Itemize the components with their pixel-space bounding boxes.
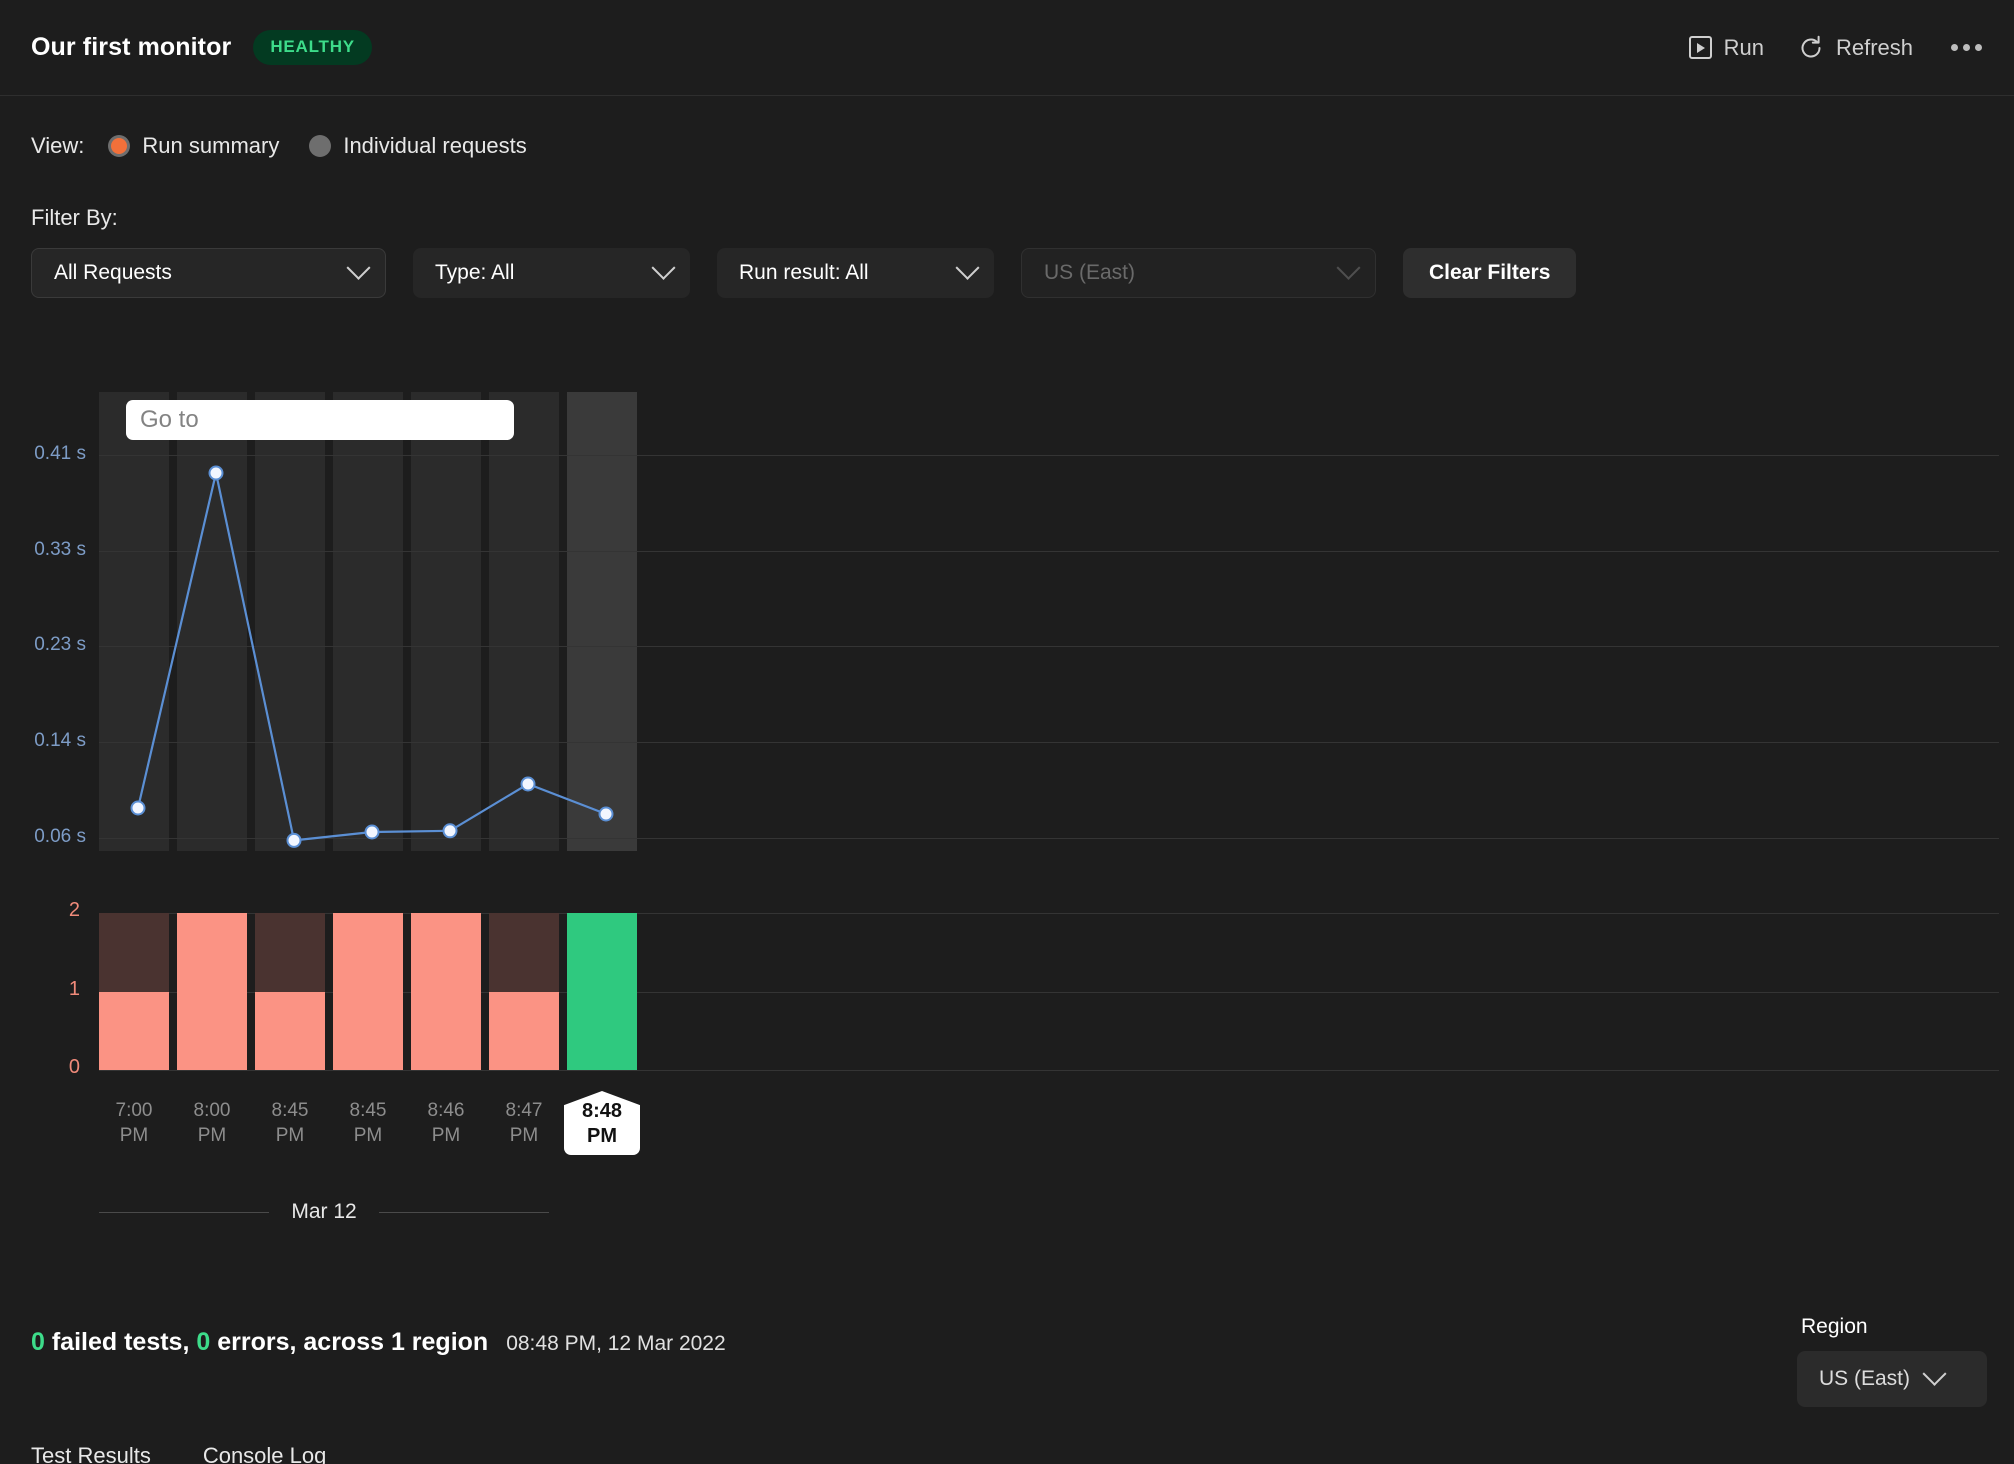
result-tabs: Test Results Console Log — [31, 1443, 326, 1464]
bar-segment-upper — [99, 913, 169, 992]
bar-segment-upper — [255, 913, 325, 992]
x-axis-tick-label: 8:47 PM — [505, 1100, 543, 1146]
bar-segment-lower — [255, 991, 325, 1070]
x-axis-tick-label: 8:45 PM — [271, 1100, 309, 1146]
tab-test-results[interactable]: Test Results — [31, 1443, 151, 1464]
region-dropdown[interactable]: US (East) — [1797, 1351, 1987, 1407]
failed-tests-label: failed tests, — [51, 1328, 190, 1356]
date-axis: Mar 12 — [99, 1200, 550, 1224]
bar-segment-upper — [489, 913, 559, 992]
goto-input[interactable] — [126, 400, 514, 440]
response-time-line — [130, 465, 614, 848]
date-axis-label: Mar 12 — [291, 1200, 357, 1223]
region-label: Region — [1801, 1315, 1868, 1338]
date-axis-line-left — [99, 1211, 270, 1213]
failed-tests-count: 0 — [31, 1328, 45, 1356]
run-summary-text: 0 failed tests, 0 errors, across 1 regio… — [31, 1328, 726, 1357]
bar-segment-lower — [99, 991, 169, 1070]
bar-segment-lower — [567, 913, 637, 1070]
errors-label: errors, across 1 region — [217, 1328, 489, 1356]
x-axis-tick-label: 7:00 PM — [115, 1100, 153, 1146]
tab-console-log[interactable]: Console Log — [203, 1443, 327, 1464]
x-axis-tick-label: 8:00 PM — [193, 1100, 231, 1146]
bar-y-tick-label: 0 — [68, 1056, 80, 1078]
date-axis-line-right — [378, 1211, 550, 1213]
region-selector: Region US (East) — [1797, 1315, 1987, 1407]
bar-y-tick-label: 1 — [68, 978, 80, 1000]
bar-segment-lower — [333, 913, 403, 1070]
summary-timestamp: 08:48 PM, 12 Mar 2022 — [506, 1332, 726, 1355]
bar-segment-lower — [177, 913, 247, 1070]
region-dropdown-value: US (East) — [1819, 1367, 1911, 1390]
bar-gridline — [99, 1070, 1999, 1071]
bar-segment-lower — [411, 913, 481, 1070]
bar-y-tick-label: 2 — [68, 899, 80, 921]
monitor-results-page: Our first monitor HEALTHY Run Refresh Vi… — [0, 0, 2014, 1464]
x-axis-tick-label: 8:46 PM — [427, 1100, 465, 1146]
bar-segment-lower — [489, 991, 559, 1070]
chevron-down-icon — [1922, 1361, 1947, 1386]
errors-count: 0 — [196, 1328, 211, 1356]
x-axis-tick-label: 8:45 PM — [349, 1100, 387, 1146]
